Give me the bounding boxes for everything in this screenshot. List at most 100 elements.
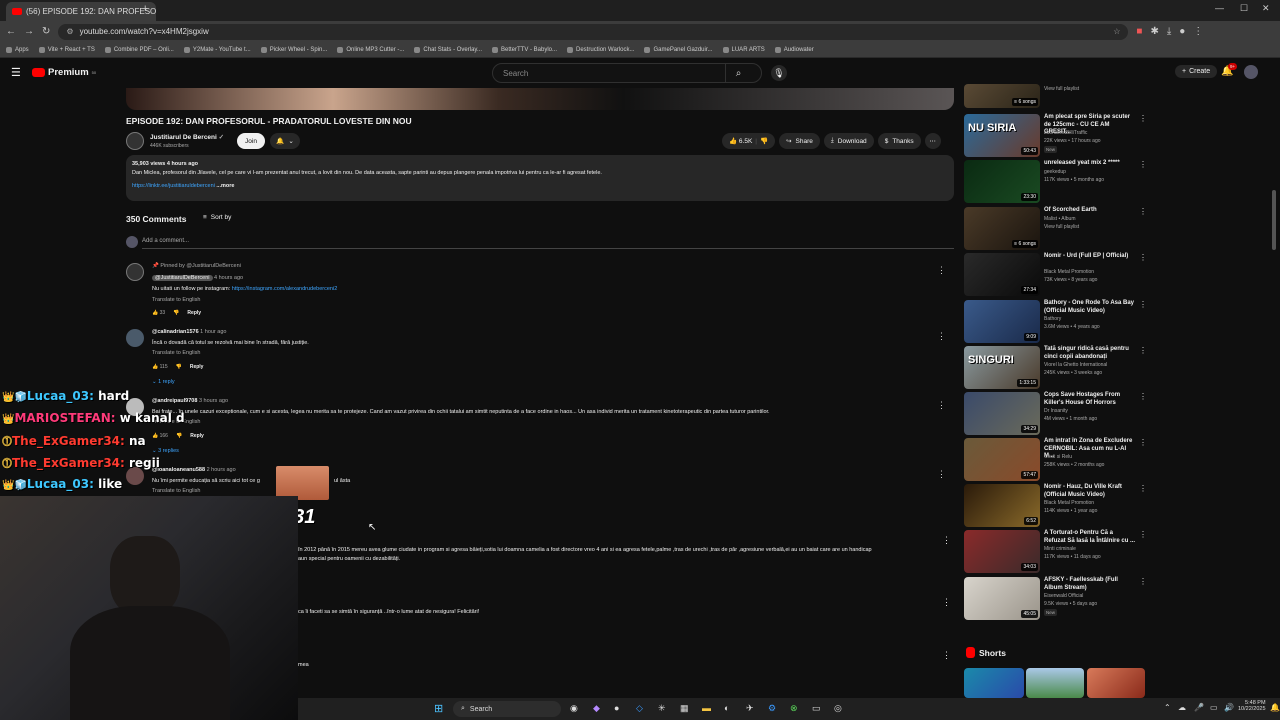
create-button[interactable]: + Create (1175, 65, 1218, 78)
url-field[interactable]: ⚙ youtube.com/watch?v=x4HM2jsgxiw ☆ (58, 23, 1129, 40)
recommendation-item[interactable]: 34:29 Cops Save Hostages From Killer's Ho… (964, 392, 1149, 436)
comment-menu-icon[interactable]: ⋮ (942, 650, 951, 661)
short-thumbnail[interactable] (1026, 668, 1084, 698)
channel-name[interactable]: Dr Insanity (1044, 408, 1068, 414)
translate-link[interactable]: Translate to English (152, 350, 200, 356)
channel-name[interactable]: Viorel la Ghetto International (1044, 362, 1107, 368)
video-title[interactable]: Cops Save Hostages From Killer's House O… (1044, 392, 1136, 407)
comment-author[interactable]: @calinadrian1576 (152, 329, 199, 335)
comment-author[interactable]: @andreipaul9708 (152, 398, 197, 404)
hamburger-menu-icon[interactable]: ☰ (11, 66, 21, 79)
comment-author[interactable]: @JustitiarulDeBerceni (152, 275, 213, 281)
page-scrollbar[interactable] (1272, 190, 1276, 250)
bookmark-item[interactable]: Audiowater (774, 46, 814, 53)
app-icon[interactable]: ⚙ (768, 703, 776, 714)
comment-menu-icon[interactable]: ⋮ (942, 535, 951, 546)
network-icon[interactable]: ▭ (1210, 703, 1218, 712)
recommendation-item[interactable]: 27:34 Nomir - Urd (Full EP | Official) Bla… (964, 253, 1149, 297)
tray-chevron-icon[interactable]: ⌃ (1164, 703, 1171, 712)
channel-name[interactable]: Eisenwald Official (1044, 593, 1083, 599)
vscode-icon[interactable]: ◇ (636, 703, 643, 714)
video-thumbnail[interactable]: 9:09 (964, 300, 1040, 343)
more-options-icon[interactable]: ⋮ (1139, 160, 1147, 169)
clock[interactable]: 5:48 PM 10/22/2025 (1238, 700, 1266, 712)
channel-name[interactable]: Black Metal Promotion (1044, 500, 1094, 506)
more-options-icon[interactable]: ⋮ (1139, 484, 1147, 493)
video-thumbnail[interactable]: 57:47 (964, 438, 1040, 481)
video-thumbnail[interactable]: 34:29 (964, 392, 1040, 435)
comment-like-button[interactable]: 👍 33 (152, 310, 165, 316)
more-options-icon[interactable]: ⋮ (1139, 392, 1147, 401)
bookmark-item[interactable]: Apps (6, 46, 29, 53)
video-title[interactable]: Tată singur ridică casă pentru cinci cop… (1044, 346, 1136, 361)
video-thumbnail[interactable]: SINGURI 1:33:15 (964, 346, 1040, 389)
download-icon[interactable]: ⤓ (1167, 26, 1171, 37)
recommendation-item[interactable]: 45:05 AFSKY - Faellesskab (Full Album Str… (964, 577, 1149, 621)
show-more-link[interactable]: ...more (216, 183, 234, 189)
description-box[interactable]: 35,903 views 4 hours ago Dan Miclea, pro… (126, 155, 954, 201)
app-icon[interactable]: ✈ (746, 703, 754, 714)
channel-name[interactable]: Justitiarul De Berceni ✓ (150, 133, 224, 141)
channel-name[interactable]: Black Metal Promotion (1044, 269, 1094, 275)
more-actions-button[interactable]: ⋯ (924, 133, 941, 149)
site-info-icon[interactable]: ⚙ (66, 27, 73, 36)
translate-link[interactable]: Translate to English (152, 488, 200, 494)
join-button[interactable]: Join (237, 133, 265, 149)
video-title[interactable]: AFSKY - Faellesskab (Full Album Stream) (1044, 577, 1136, 592)
comment-time[interactable]: 1 hour ago (200, 329, 226, 335)
video-thumbnail[interactable]: 34:03 (964, 530, 1040, 573)
thanks-button[interactable]: $ Thanks (877, 133, 921, 149)
more-options-icon[interactable]: ⋮ (1139, 438, 1147, 447)
recommendation-item[interactable]: 9:09 Bathory - One Rode To Asa Bay (Offic… (964, 300, 1149, 344)
comment-time[interactable]: 2 hours ago (207, 467, 236, 473)
video-title[interactable]: Of Scorched Earth (1044, 207, 1136, 215)
taskbar-search[interactable]: ⌕ Search (453, 701, 561, 717)
file-explorer-icon[interactable]: ▬ (702, 703, 711, 713)
bookmark-item[interactable]: Chat Stats - Overlay... (414, 46, 482, 53)
more-options-icon[interactable]: ⋮ (1139, 114, 1147, 123)
volume-icon[interactable]: 🔊 (1224, 703, 1234, 712)
sort-by-button[interactable]: ≡ Sort by (203, 214, 231, 221)
recommendation-item[interactable]: SINGURI 1:33:15 Tată singur ridică casă pe… (964, 346, 1149, 390)
video-thumbnail[interactable]: 27:34 (964, 253, 1040, 296)
bookmark-item[interactable]: Vite + React + TS (38, 46, 95, 53)
app-icon[interactable]: ◐ (724, 703, 729, 713)
windows-start-icon[interactable]: ⊞ (434, 702, 443, 715)
tray-icon[interactable]: ☁ (1178, 703, 1186, 712)
video-thumbnail[interactable]: NU SIRIA 50:43 (964, 114, 1040, 157)
channel-name[interactable]: Bathory (1044, 316, 1061, 322)
comment-menu-icon[interactable]: ⋮ (937, 265, 946, 276)
video-title[interactable]: A Torturat-o Pentru Că a Refuzat Să Iasă… (1044, 530, 1136, 545)
comment-dislike-icon[interactable]: 👎 (176, 364, 182, 370)
comment-avatar[interactable] (126, 263, 144, 281)
recommendation-item[interactable]: 6:52 Nomir - Hauz, Du Ville Kraft (Offici… (964, 484, 1149, 528)
video-thumbnail[interactable]: 45:05 (964, 577, 1040, 620)
video-meta[interactable]: View full playlist (1044, 86, 1079, 92)
browser-tab[interactable]: (56) EPISODE 192: DAN PROFESO... ✕ (6, 2, 156, 21)
video-player[interactable] (126, 88, 954, 110)
search-button[interactable]: ⌕ (725, 64, 751, 82)
channel-avatar[interactable] (126, 132, 144, 150)
browser-menu-icon[interactable]: ⋮ (1193, 26, 1203, 37)
show-replies-button[interactable]: ⌄ 3 replies (152, 448, 179, 454)
more-options-icon[interactable]: ⋮ (1139, 253, 1147, 262)
video-title[interactable]: Nomir - Urd (Full EP | Official) (1044, 253, 1136, 261)
calculator-icon[interactable]: ▦ (680, 703, 689, 714)
chrome-icon[interactable]: ◉ (570, 703, 578, 714)
channel-name[interactable]: geekedup (1044, 169, 1066, 175)
notifications-icon[interactable]: 🔔 (1270, 703, 1280, 712)
extensions-puzzle-icon[interactable]: ✱ (1150, 26, 1158, 37)
more-options-icon[interactable]: ⋮ (1139, 577, 1147, 586)
comment-time[interactable]: 3 hours ago (199, 398, 228, 404)
like-button[interactable]: 👍 6.5K (729, 137, 752, 145)
channel-name[interactable]: Minti criminale (1044, 546, 1076, 552)
recommendation-item[interactable]: 34:03 A Torturat-o Pentru Că a Refuzat Să… (964, 530, 1149, 574)
video-thumbnail[interactable]: ≡ 6 songs (964, 207, 1040, 250)
profile-icon[interactable]: ● (1179, 26, 1185, 37)
download-button[interactable]: ⤓ Download (823, 133, 874, 149)
short-thumbnail[interactable] (964, 668, 1024, 698)
translate-link[interactable]: Translate to English (152, 297, 200, 303)
show-replies-button[interactable]: ⌄ 1 reply (152, 379, 175, 385)
description-link[interactable]: https://linktr.ee/justitiaruldeberceni (132, 183, 215, 189)
share-button[interactable]: ↪ Share (779, 133, 820, 149)
